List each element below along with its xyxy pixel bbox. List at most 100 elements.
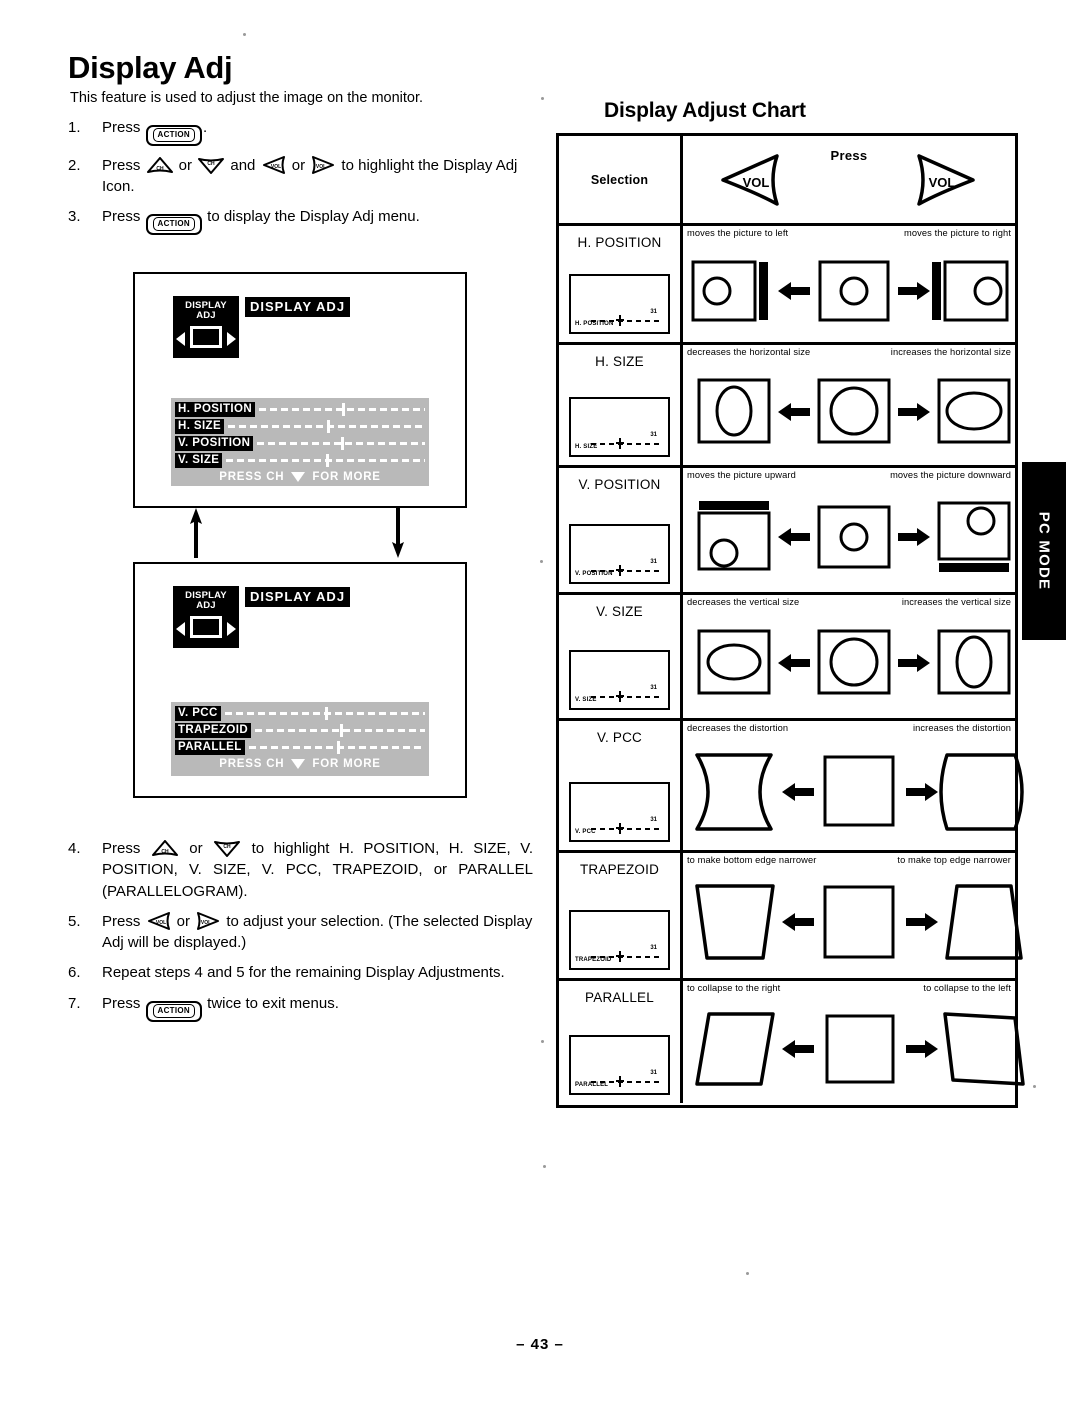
action-button-icon: ACTION	[145, 1000, 202, 1022]
osd-item-label: V. PCC	[175, 706, 221, 721]
pc-mode-label: PC MODE	[1035, 511, 1053, 591]
step-7-text-post: twice to exit menus.	[202, 994, 339, 1012]
osd-menu-item[interactable]: TRAPEZOID	[175, 722, 425, 739]
monitor-glyph-icon	[190, 326, 222, 348]
step-1-text-mid: .	[202, 118, 208, 136]
chart-row: PARALLEL PARALLEL 31 to collapse to the …	[559, 981, 1025, 1103]
chart-row: V. PCC V. PCC 31 decreases the distortio…	[559, 721, 1024, 853]
caption-left: to collapse to the right	[687, 983, 781, 993]
caption-left: to make bottom edge narrower	[687, 855, 817, 865]
osd-item-label: PARALLEL	[175, 740, 245, 755]
step-4-body: Press CH or CH to highlight H. POSITION,…	[102, 838, 533, 902]
mini-osd-preview: V. SIZE 31	[569, 650, 670, 710]
slider-knob	[616, 823, 624, 834]
chart-row-press-cell: moves the picture to left moves the pict…	[683, 226, 1015, 342]
chart-row-selection-label: V. POSITION	[578, 477, 661, 492]
chart-row: H. SIZE H. SIZE 31 decreases the horizon…	[559, 345, 1015, 468]
chart-row-selection-cell: TRAPEZOID TRAPEZOID 31	[559, 853, 683, 978]
step-4-number: 4.	[68, 840, 81, 857]
demo-center-picture	[811, 256, 897, 326]
caption-left: moves the picture to left	[687, 228, 789, 238]
step-2-body: Press CH or CH and VOL or VOL to highlig…	[102, 155, 533, 198]
chart-header-row: Selection Press VOL VOL	[559, 136, 1015, 226]
osd-footer-pre: PRESS CH	[219, 758, 289, 770]
chart-row-press-cell: to collapse to the right to collapse to …	[683, 981, 1025, 1103]
display-adj-icon: DISPLAY ADJ	[173, 586, 239, 648]
volume-up-key-icon: VOL	[913, 154, 977, 211]
action-button-label: ACTION	[152, 1003, 195, 1018]
osd-menu-item[interactable]: H. POSITION	[175, 401, 425, 418]
osd-footer-hint: PRESS CH FOR MORE	[175, 757, 425, 772]
mini-osd-value: 31	[650, 945, 657, 951]
chevron-down-icon	[291, 472, 306, 482]
caption-left: decreases the vertical size	[687, 597, 800, 607]
osd-menu-item[interactable]: PARALLEL	[175, 739, 426, 756]
slider-knob	[616, 438, 624, 449]
mini-osd-slider: 31	[591, 309, 663, 326]
step-6: 6. Repeat steps 4 and 5 for the remainin…	[68, 962, 533, 983]
manual-page: Display Adj This feature is used to adju…	[0, 0, 1080, 1409]
mini-osd-slider: 31	[591, 817, 663, 834]
slider-track	[591, 956, 663, 958]
mini-osd-preview: TRAPEZOID 31	[569, 910, 670, 970]
chevron-down-icon	[291, 759, 306, 769]
chart-row-selection-label: PARALLEL	[585, 990, 654, 1005]
scan-speck	[543, 1165, 546, 1168]
caption-left: moves the picture upward	[687, 470, 796, 480]
osd-item-slider[interactable]	[248, 741, 426, 754]
osd-item-slider[interactable]	[226, 454, 425, 467]
demo-center-picture	[815, 1010, 905, 1088]
demo-right-picture	[931, 625, 1017, 701]
step-4-text-pre: Press	[102, 840, 150, 857]
osd-item-slider[interactable]	[259, 403, 425, 416]
osd-menu-item[interactable]: V. SIZE	[175, 452, 425, 469]
osd-screenshot-bottom: DISPLAY ADJ DISPLAY ADJ V. PCC TRAPEZOID…	[133, 562, 467, 798]
chart-row-selection-cell: H. SIZE H. SIZE 31	[559, 345, 683, 465]
channel-down-icon: CH	[198, 157, 225, 174]
osd-item-label: TRAPEZOID	[175, 723, 252, 738]
caption-left: decreases the horizontal size	[687, 347, 811, 357]
step-2-text-pre: Press	[102, 156, 145, 174]
mini-osd-value: 31	[650, 432, 657, 438]
slider-knob	[616, 951, 624, 962]
mini-osd-preview: PARALLEL 31	[569, 1035, 670, 1095]
chart-row-selection-cell: PARALLEL PARALLEL 31	[559, 981, 683, 1103]
mini-osd-slider: 31	[591, 945, 663, 962]
osd-item-slider[interactable]	[257, 437, 425, 450]
chart-row: V. POSITION V. POSITION 31 moves the pic…	[559, 468, 1015, 595]
svg-text:VOL: VOL	[155, 920, 165, 926]
osd-title-top: DISPLAY ADJ	[245, 297, 351, 317]
step-5-number: 5.	[68, 912, 81, 930]
osd-item-slider[interactable]	[228, 420, 425, 433]
caption-left: decreases the distortion	[687, 723, 789, 733]
steps-list-bottom: 4. Press CH or CH to highlight H. POSITI…	[68, 838, 533, 1031]
left-column: Display Adj This feature is used to adju…	[68, 51, 533, 244]
chart-row-selection-cell: V. PCC V. PCC 31	[559, 721, 683, 850]
channel-up-icon: CH	[151, 840, 178, 857]
caption-right: increases the horizontal size	[890, 347, 1011, 357]
osd-footer-tail: FOR MORE	[308, 758, 381, 770]
icon-label-line2: ADJ	[196, 599, 216, 611]
osd-menu-item[interactable]: V. PCC	[175, 705, 426, 722]
demo-left-picture	[691, 375, 777, 449]
svg-text:CH: CH	[156, 166, 164, 172]
chart-header-selection-cell: Selection	[559, 136, 683, 223]
osd-screenshot-top: DISPLAY ADJ DISPLAY ADJ H. POSITION H. S…	[133, 272, 467, 508]
arrow-right-icon	[897, 401, 931, 423]
step-7-body: Press ACTION twice to exit menus.	[102, 993, 533, 1022]
arrow-left-icon	[777, 401, 811, 423]
caption-right: increases the vertical size	[901, 597, 1011, 607]
step-2: 2. Press CH or CH and VOL or VOL to high…	[68, 155, 533, 198]
osd-menu-item[interactable]: H. SIZE	[175, 418, 425, 435]
step-5-or: or	[172, 912, 195, 930]
channel-down-icon: CH	[214, 840, 241, 857]
demo-right-picture	[931, 375, 1017, 449]
icon-label-line2: ADJ	[196, 309, 216, 321]
step-4-or: or	[179, 840, 213, 857]
svg-text:CH: CH	[208, 161, 216, 167]
osd-menu-item[interactable]: V. POSITION	[175, 435, 425, 452]
arrow-right-icon	[897, 526, 931, 548]
mini-osd-slider: 31	[591, 685, 663, 702]
osd-item-slider[interactable]	[224, 707, 426, 720]
osd-item-slider[interactable]	[255, 724, 425, 737]
